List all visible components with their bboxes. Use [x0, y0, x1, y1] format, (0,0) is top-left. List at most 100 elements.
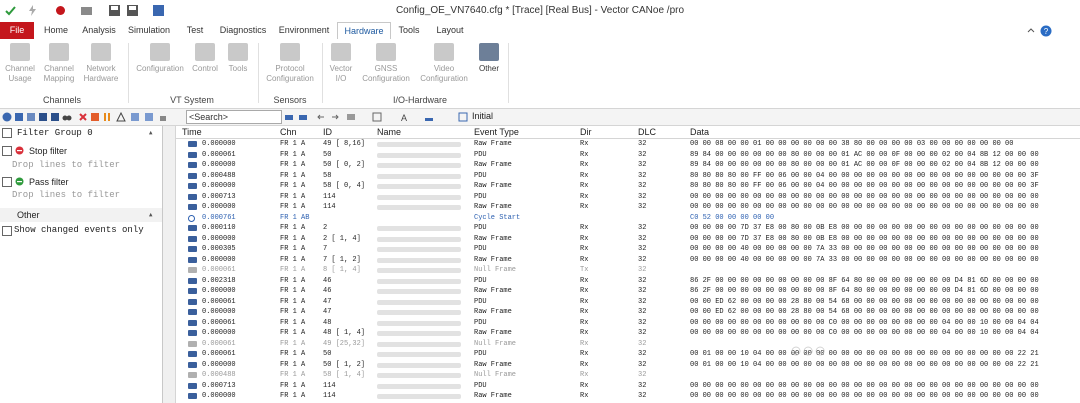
table-row[interactable]: 0.002318 FR 1 A 46 PDU Rx 32 86 2F 00 00 00 00… — [176, 276, 1080, 287]
table-row[interactable]: 0.000000 FR 1 A 114 Raw Frame Rx 32 00 00 00 0… — [176, 202, 1080, 213]
show-changed-checkbox[interactable] — [2, 226, 12, 236]
add-marker-icon[interactable] — [284, 112, 294, 122]
collapse-icon[interactable]: ▴ — [148, 126, 153, 140]
layout-icon[interactable] — [372, 112, 382, 122]
table-row[interactable]: 0.000761 FR 1 AB Cycle Start C0 52 00 00 00… — [176, 213, 1080, 224]
protocol-configuration-button[interactable]: Protocol Configuration — [262, 43, 318, 84]
vertical-scrollbar[interactable] — [163, 126, 176, 403]
cell-name-redacted — [377, 247, 461, 252]
table-row[interactable]: 0.000000 FR 1 A 7 [ 1, 2] Raw Frame Rx 32 00 0… — [176, 255, 1080, 266]
cell-id: 47 — [323, 308, 332, 316]
chronological-icon[interactable] — [130, 112, 140, 122]
column-id[interactable]: ID — [323, 126, 332, 138]
view-selector[interactable]: Initial — [472, 111, 493, 121]
table-row[interactable]: 0.000488 FR 1 A 58 PDU Rx 32 80 80 80 80 00 FF… — [176, 171, 1080, 182]
filter-group-checkbox[interactable] — [2, 128, 12, 138]
frame-icon — [188, 267, 197, 273]
detail-icon[interactable] — [50, 112, 60, 122]
vt-control-button[interactable]: Control — [190, 43, 220, 74]
table-row[interactable]: 0.000061 FR 1 A 47 PDU Rx 32 00 00 ED 62 00 00… — [176, 297, 1080, 308]
filter-icon[interactable] — [14, 112, 24, 122]
vt-tools-button[interactable]: Tools — [224, 43, 252, 74]
color-icon[interactable] — [424, 112, 434, 122]
table-row[interactable]: 0.000305 FR 1 A 7 PDU Rx 32 00 00 00 00 40 00 … — [176, 244, 1080, 255]
channel-usage-button[interactable]: Channel Usage — [2, 43, 38, 84]
cell-data: 00 00 00 00 40 00 00 00 00 00 7A 33 00 0… — [690, 255, 1039, 264]
table-row[interactable]: 0.000061 FR 1 A 50 PDU Rx 32 00 01 00 00 10 04… — [176, 349, 1080, 360]
pass-filter-checkbox[interactable] — [2, 177, 12, 187]
tab-analysis[interactable]: Analysis — [78, 22, 120, 39]
stop-filter-checkbox[interactable] — [2, 146, 12, 156]
tab-file[interactable]: File — [0, 22, 34, 39]
column-time[interactable]: Time — [182, 126, 202, 138]
tab-test[interactable]: Test — [178, 22, 212, 39]
back-arrow-icon[interactable] — [316, 112, 326, 122]
cell-dir: Rx — [580, 350, 589, 358]
info-icon[interactable] — [2, 112, 12, 122]
scroll-lock-icon[interactable] — [158, 112, 168, 122]
channel-mapping-button[interactable]: Channel Mapping — [40, 43, 78, 84]
table-row[interactable]: 0.000713 FR 1 A 114 PDU Rx 32 00 00 00 00 00 0… — [176, 381, 1080, 392]
font-size-icon[interactable]: A — [400, 112, 410, 122]
table-row[interactable]: 0.000061 FR 1 A 50 PDU Rx 32 89 84 00 00 00 00… — [176, 150, 1080, 161]
vector-io-button[interactable]: Vector I/O — [326, 43, 356, 84]
cell-chn: FR 1 A — [280, 182, 306, 190]
column-name[interactable]: Name — [377, 126, 401, 138]
tab-layout[interactable]: Layout — [430, 22, 470, 39]
help-icon[interactable]: ? — [1040, 25, 1052, 37]
vt-configuration-button[interactable]: Configuration — [132, 43, 188, 74]
frame-icon — [188, 382, 197, 389]
cell-dir: Rx — [580, 245, 589, 253]
delete-icon[interactable] — [78, 112, 88, 122]
table-row[interactable]: 0.000488 FR 1 A 58 [ 1, 4] Null Frame Rx 32 — [176, 370, 1080, 381]
stop-icon[interactable] — [90, 112, 100, 122]
cell-time: 0.000061 — [202, 350, 236, 358]
table-row[interactable]: 0.000000 FR 1 A 48 [ 1, 4] Raw Frame Rx 32 00 … — [176, 328, 1080, 339]
cell-dir: Rx — [580, 287, 589, 295]
network-hardware-button[interactable]: Network Hardware — [80, 43, 122, 84]
column-dlc[interactable]: DLC — [638, 126, 656, 138]
table-row[interactable]: 0.000000 FR 1 A 46 Raw Frame Rx 32 86 2F 00 00… — [176, 286, 1080, 297]
video-configuration-button[interactable]: Video Configuration — [416, 43, 472, 84]
view-icon[interactable] — [26, 112, 36, 122]
table-row[interactable]: 0.000061 FR 1 A 48 PDU Rx 32 00 00 00 00 00 00… — [176, 318, 1080, 329]
remove-marker-icon[interactable] — [298, 112, 308, 122]
table-row[interactable]: 0.000000 FR 1 A 2 [ 1, 4] Raw Frame Rx 32 00 0… — [176, 234, 1080, 245]
binoculars-icon[interactable] — [62, 112, 72, 122]
cell-event: PDU — [474, 192, 487, 201]
table-row[interactable]: 0.000713 FR 1 A 114 PDU Rx 32 00 00 00 00 00 0… — [176, 192, 1080, 203]
column-dir[interactable]: Dir — [580, 126, 592, 138]
table-row[interactable]: 0.000000 FR 1 A 49 [ 8,16] Raw Frame Rx 32 00 … — [176, 139, 1080, 150]
columns-icon[interactable] — [38, 112, 48, 122]
search-input[interactable]: <Search> — [186, 110, 282, 124]
pass-filter-hint: Drop lines to filter — [12, 190, 121, 200]
cell-dir: Rx — [580, 276, 589, 285]
table-icon[interactable] — [458, 112, 468, 122]
gnss-configuration-button[interactable]: GNSS Configuration — [358, 43, 414, 84]
collapse-ribbon-icon[interactable] — [1026, 26, 1036, 36]
cell-chn: FR 1 A — [280, 318, 306, 327]
column-chn[interactable]: Chn — [280, 126, 297, 138]
tab-diagnostics[interactable]: Diagnostics — [214, 22, 272, 39]
tab-environment[interactable]: Environment — [274, 22, 334, 39]
delta-time-icon[interactable] — [116, 112, 126, 122]
table-row[interactable]: 0.000061 FR 1 A 8 [ 1, 4] Null Frame Tx 32 — [176, 265, 1080, 276]
column-data[interactable]: Data — [690, 126, 709, 138]
table-row[interactable]: 0.000000 FR 1 A 58 [ 0, 4] Raw Frame Rx 32 80 … — [176, 181, 1080, 192]
fixed-position-icon[interactable] — [144, 112, 154, 122]
table-row[interactable]: 0.000061 FR 1 A 49 [25,32] Null Frame Rx 32 — [176, 339, 1080, 350]
table-row[interactable]: 0.000000 FR 1 A 50 [ 1, 2] Raw Frame Rx 32 00 … — [176, 360, 1080, 371]
collapse-icon[interactable]: ▴ — [148, 208, 153, 222]
tab-tools[interactable]: Tools — [392, 22, 426, 39]
table-row[interactable]: 0.000110 FR 1 A 2 PDU Rx 32 00 00 00 00 7D 37 … — [176, 223, 1080, 234]
forward-arrow-icon[interactable] — [330, 112, 340, 122]
tab-home[interactable]: Home — [38, 22, 74, 39]
table-row[interactable]: 0.000000 FR 1 A 47 Raw Frame Rx 32 00 00 ED 62… — [176, 307, 1080, 318]
table-row[interactable]: 0.000000 FR 1 A 50 [ 0, 2] Raw Frame Rx 32 89 … — [176, 160, 1080, 171]
tab-simulation[interactable]: Simulation — [124, 22, 174, 39]
pause-icon[interactable] — [102, 112, 112, 122]
table-row[interactable]: 0.000000 FR 1 A 114 Raw Frame Rx 32 00 00 00 0… — [176, 391, 1080, 402]
other-button[interactable]: Other — [474, 43, 504, 74]
highlight-icon[interactable] — [346, 112, 356, 122]
column-event-type[interactable]: Event Type — [474, 126, 519, 138]
